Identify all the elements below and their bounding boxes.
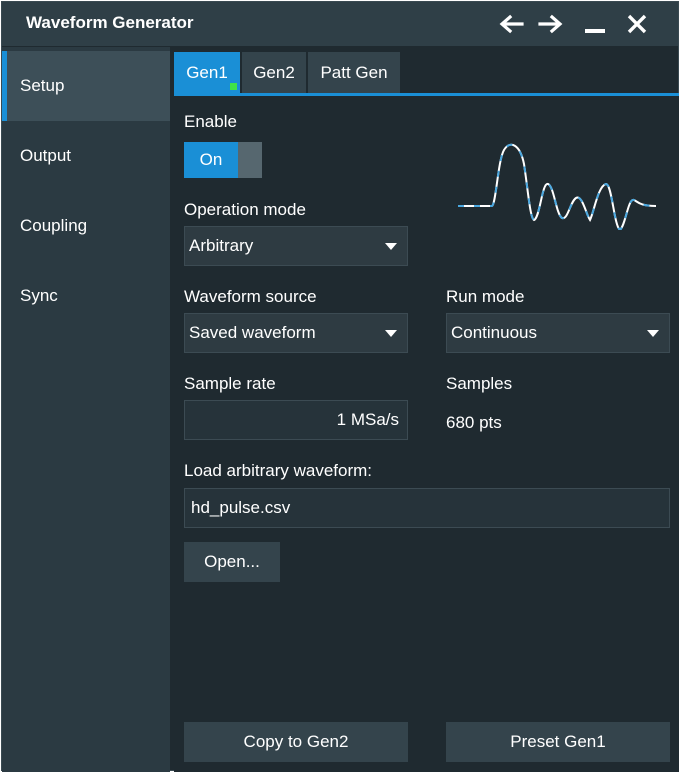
sidebar-item-label: Output bbox=[20, 146, 72, 165]
run-mode-dropdown[interactable]: Continuous bbox=[446, 313, 670, 353]
sidebar-item-sync[interactable]: Sync bbox=[2, 261, 170, 331]
chevron-down-icon bbox=[385, 330, 397, 337]
forward-button[interactable] bbox=[536, 10, 566, 38]
window-title: Waveform Generator bbox=[26, 13, 194, 32]
waveform-file-field[interactable]: hd_pulse.csv bbox=[184, 488, 670, 528]
tab-gen2[interactable]: Gen2 bbox=[242, 52, 306, 94]
operation-mode-dropdown[interactable]: Arbitrary bbox=[184, 226, 408, 266]
samples-value: 680 pts bbox=[446, 413, 502, 432]
tab-patt-gen[interactable]: Patt Gen bbox=[308, 52, 400, 94]
copy-to-gen2-button[interactable]: Copy to Gen2 bbox=[184, 722, 408, 762]
tab-gen1[interactable]: Gen1 bbox=[174, 52, 240, 94]
sidebar-item-coupling[interactable]: Coupling bbox=[2, 191, 170, 261]
tab-label: Gen2 bbox=[253, 63, 295, 82]
minimize-button[interactable] bbox=[580, 10, 610, 38]
tab-label: Gen1 bbox=[186, 63, 228, 82]
arrow-left-icon bbox=[499, 14, 524, 34]
close-button[interactable] bbox=[622, 10, 652, 38]
active-indicator bbox=[230, 83, 237, 90]
run-mode-label: Run mode bbox=[446, 287, 525, 306]
sidebar: Setup Output Coupling Sync bbox=[2, 47, 170, 772]
waveform-generator-window: Waveform Generator Setup Output Coupling… bbox=[1, 1, 679, 772]
waveform-source-label: Waveform source bbox=[184, 287, 317, 306]
load-waveform-label: Load arbitrary waveform: bbox=[184, 461, 373, 480]
dropdown-value: Arbitrary bbox=[189, 236, 254, 255]
setup-panel: Enable On Operation mode Arbitrary Wavef… bbox=[174, 96, 679, 772]
back-button[interactable] bbox=[496, 10, 526, 38]
sample-rate-input[interactable]: 1 MSa/s bbox=[184, 400, 408, 440]
open-button[interactable]: Open... bbox=[184, 542, 280, 582]
sidebar-item-label: Coupling bbox=[20, 216, 88, 235]
tab-label: Patt Gen bbox=[320, 63, 388, 82]
preset-gen1-button[interactable]: Preset Gen1 bbox=[446, 722, 670, 762]
close-icon bbox=[627, 14, 647, 34]
chevron-down-icon bbox=[385, 243, 397, 250]
sample-rate-label: Sample rate bbox=[184, 374, 276, 393]
operation-mode-label: Operation mode bbox=[184, 200, 306, 219]
toggle-knob bbox=[238, 142, 262, 178]
sidebar-item-output[interactable]: Output bbox=[2, 121, 170, 191]
generator-tabs: Gen1 Gen2 Patt Gen bbox=[174, 52, 402, 94]
samples-label: Samples bbox=[446, 374, 513, 393]
enable-label: Enable bbox=[184, 112, 237, 131]
sidebar-item-setup[interactable]: Setup bbox=[2, 51, 170, 121]
chevron-down-icon bbox=[647, 330, 659, 337]
sidebar-item-label: Setup bbox=[20, 76, 65, 95]
sidebar-item-label: Sync bbox=[20, 286, 58, 305]
title-bar: Waveform Generator bbox=[2, 2, 678, 46]
arrow-right-icon bbox=[538, 14, 563, 34]
minimize-icon bbox=[585, 29, 605, 33]
dropdown-value: Saved waveform bbox=[189, 323, 316, 342]
toggle-on-state: On bbox=[184, 142, 238, 178]
waveform-source-dropdown[interactable]: Saved waveform bbox=[184, 313, 408, 353]
enable-toggle[interactable]: On bbox=[184, 142, 262, 178]
arbitrary-waveform-preview-icon bbox=[458, 143, 657, 230]
dropdown-value: Continuous bbox=[451, 323, 538, 342]
